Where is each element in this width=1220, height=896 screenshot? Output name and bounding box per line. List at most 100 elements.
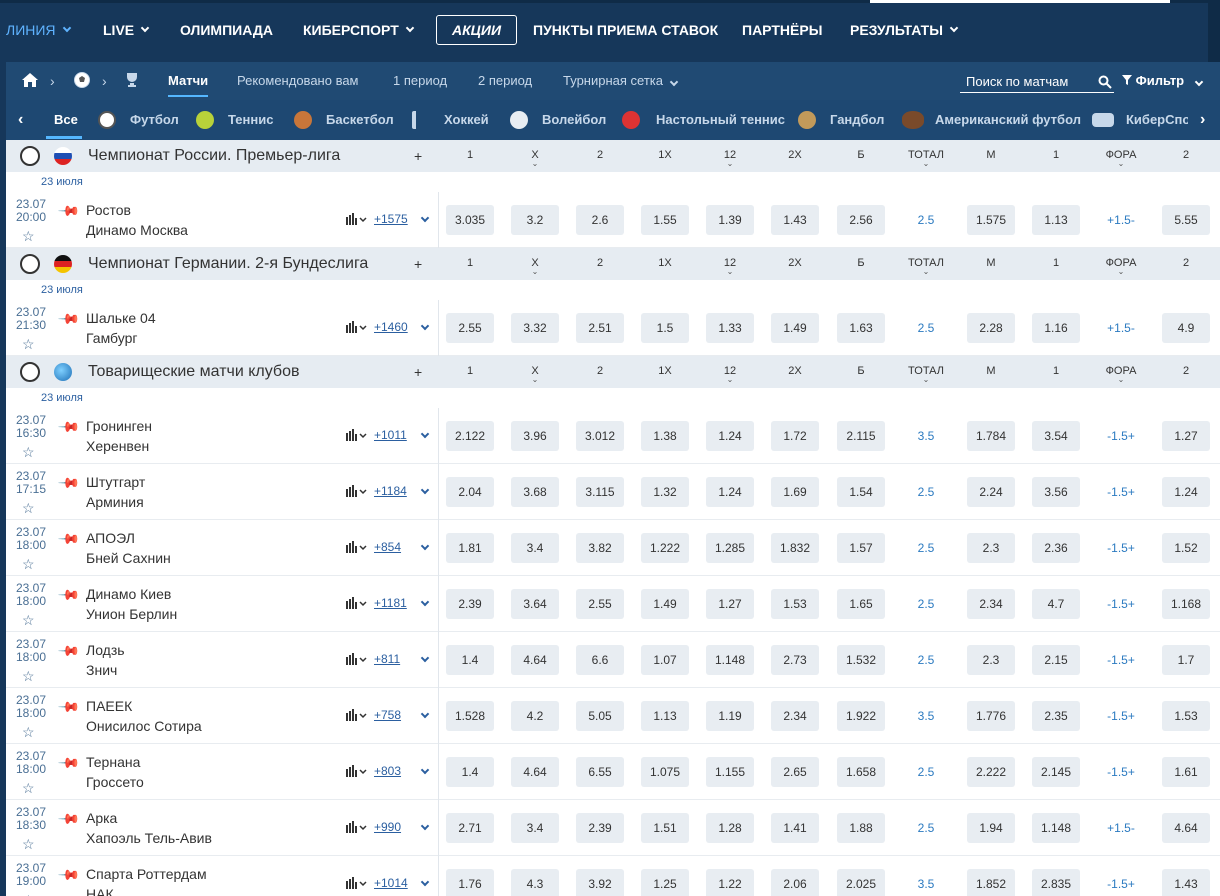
tab-recommended[interactable]: Рекомендовано вам — [237, 73, 359, 89]
odds-button[interactable]: 2.56 — [837, 205, 885, 235]
league-header[interactable]: Чемпионат Германии. 2-я Бундеслига +1 X ⌄ 2 1… — [6, 248, 1220, 280]
favorite-star-icon[interactable]: ☆ — [22, 892, 35, 896]
odds-button[interactable]: 1.63 — [837, 313, 885, 343]
odds-button[interactable]: 3.54 — [1032, 421, 1080, 451]
away-team[interactable]: Арминия — [86, 494, 144, 510]
statistics-icon[interactable] — [346, 877, 368, 889]
odds-button[interactable]: 1.49 — [771, 313, 819, 343]
odds-button[interactable]: 5.05 — [576, 701, 624, 731]
nav-item-live[interactable]: LIVE — [103, 20, 150, 40]
away-team[interactable]: Унион Берлин — [86, 606, 177, 622]
page-scrollbar[interactable] — [1208, 0, 1220, 62]
match-row[interactable]: 23.07 17:15 ☆ 📌 Штутгарт Арминия +1184 2.04 3.68… — [6, 464, 1220, 520]
column-header[interactable]: ФОРА ⌄ — [1096, 257, 1146, 276]
expand-chevron-icon[interactable] — [418, 318, 430, 332]
match-row[interactable]: 23.07 18:30 ☆ 📌 Арка Хапоэль Тель-Авив +990 2.7… — [6, 800, 1220, 856]
odds-button[interactable]: 1.43 — [1162, 869, 1210, 896]
statistics-icon[interactable] — [346, 765, 368, 777]
more-markets-link[interactable]: +1184 — [374, 484, 407, 498]
odds-button[interactable]: 1.88 — [837, 813, 885, 843]
odds-button[interactable]: 1.94 — [967, 813, 1015, 843]
odds-button[interactable]: 2.15 — [1032, 645, 1080, 675]
odds-button[interactable]: 2.222 — [967, 757, 1015, 787]
statistics-icon[interactable] — [346, 485, 368, 497]
odds-button[interactable]: 1.075 — [641, 757, 689, 787]
more-markets-link[interactable]: +1575 — [374, 212, 408, 226]
odds-button[interactable]: 2.73 — [771, 645, 819, 675]
odds-button[interactable]: 1.25 — [641, 869, 689, 896]
odds-button[interactable]: 3.32 — [511, 313, 559, 343]
tab-matches[interactable]: Матчи — [168, 73, 208, 89]
odds-button[interactable]: 1.53 — [771, 589, 819, 619]
sport-american-football[interactable]: Американский футбол — [935, 112, 1081, 128]
odds-button[interactable]: 1.38 — [641, 421, 689, 451]
odds-button[interactable]: 1.7 — [1162, 645, 1210, 675]
odds-button[interactable]: 3.2 — [511, 205, 559, 235]
home-team[interactable]: Арка — [86, 810, 117, 826]
match-row[interactable]: 23.0719:00 ☆ 📌Спарта Роттердам НАК +1014 1.76… — [6, 856, 1220, 896]
odds-button[interactable]: 3.96 — [511, 421, 559, 451]
soccer-ball-icon[interactable] — [72, 71, 92, 91]
match-row[interactable]: 23.07 21:30 ☆ 📌 Шальке 04 Гамбург +1460 2.55 3.3… — [6, 300, 1220, 356]
favorite-star-icon[interactable]: ☆ — [22, 500, 35, 517]
odds-button[interactable]: 1.4 — [446, 757, 494, 787]
tab-tournament-bracket[interactable]: Турнирная сетка — [563, 73, 678, 89]
odds-button[interactable]: 2.34 — [771, 701, 819, 731]
odds-button[interactable]: 1.13 — [641, 701, 689, 731]
odds-button[interactable]: 3.012 — [576, 421, 624, 451]
odds-button[interactable]: 1.81 — [446, 533, 494, 563]
nav-item-liniya[interactable]: ЛИНИЯ — [6, 20, 71, 40]
league-header[interactable]: Чемпионат России. Премьер-лига +1 X ⌄ 2 1X 12 ⌄… — [6, 140, 1220, 172]
odds-button[interactable]: 1.72 — [771, 421, 819, 451]
match-row[interactable]: 23.07 20:00 ☆ 📌 Ростов Динамо Москва +1575 3.03… — [6, 192, 1220, 248]
odds-button[interactable]: 2.65 — [771, 757, 819, 787]
pin-icon[interactable]: 📌 — [58, 639, 82, 663]
odds-button[interactable]: 2.39 — [446, 589, 494, 619]
away-team[interactable]: Гроссето — [86, 774, 144, 790]
pin-icon[interactable]: 📌 — [58, 751, 82, 775]
odds-button[interactable]: 2.55 — [446, 313, 494, 343]
nav-item-betting-points[interactable]: ПУНКТЫ ПРИЕМА СТАВОК — [533, 20, 718, 40]
favorite-star-icon[interactable]: ☆ — [22, 444, 35, 461]
odds-button[interactable]: 1.27 — [1162, 421, 1210, 451]
odds-button[interactable]: 3.64 — [511, 589, 559, 619]
expand-chevron-icon[interactable] — [418, 706, 430, 720]
sport-football[interactable]: Футбол — [130, 112, 179, 128]
odds-button[interactable]: 2.34 — [967, 589, 1015, 619]
statistics-icon[interactable] — [346, 213, 368, 225]
odds-button[interactable]: 1.852 — [967, 869, 1015, 896]
odds-button[interactable]: 1.65 — [837, 589, 885, 619]
favorite-star-icon[interactable]: ☆ — [22, 668, 35, 685]
home-team[interactable]: Штутгарт — [86, 474, 145, 490]
odds-button[interactable]: 1.24 — [706, 421, 754, 451]
odds-button[interactable]: 3.035 — [446, 205, 494, 235]
odds-button[interactable]: 1.5 — [641, 313, 689, 343]
odds-button[interactable]: 3.4 — [511, 533, 559, 563]
search-icon[interactable] — [1098, 75, 1112, 89]
expand-chevron-icon[interactable] — [418, 538, 430, 552]
odds-button[interactable]: 1.16 — [1032, 313, 1080, 343]
odds-button[interactable]: 1.532 — [837, 645, 885, 675]
odds-button[interactable]: 1.07 — [641, 645, 689, 675]
trophy-icon[interactable] — [122, 71, 142, 91]
nav-item-results[interactable]: РЕЗУЛЬТАТЫ — [850, 20, 959, 40]
home-team[interactable]: Тернана — [86, 754, 140, 770]
add-league-icon[interactable]: + — [414, 364, 422, 380]
odds-button[interactable]: 2.025 — [837, 869, 885, 896]
odds-button[interactable]: 1.148 — [706, 645, 754, 675]
odds-button[interactable]: 1.33 — [706, 313, 754, 343]
statistics-icon[interactable] — [346, 321, 368, 333]
statistics-icon[interactable] — [346, 709, 368, 721]
odds-button[interactable]: 2.6 — [576, 205, 624, 235]
more-markets-link[interactable]: +990 — [374, 820, 401, 834]
odds-button[interactable]: 2.71 — [446, 813, 494, 843]
favorite-star-icon[interactable]: ☆ — [22, 724, 35, 741]
odds-button[interactable]: 1.19 — [706, 701, 754, 731]
odds-button[interactable]: 1.39 — [706, 205, 754, 235]
odds-button[interactable]: 1.51 — [641, 813, 689, 843]
statistics-icon[interactable] — [346, 597, 368, 609]
sport-cybersport[interactable]: КиберСпорт — [1126, 112, 1188, 128]
odds-button[interactable]: 2.115 — [837, 421, 885, 451]
favorite-star-icon[interactable]: ☆ — [22, 836, 35, 853]
odds-button[interactable]: 2.24 — [967, 477, 1015, 507]
